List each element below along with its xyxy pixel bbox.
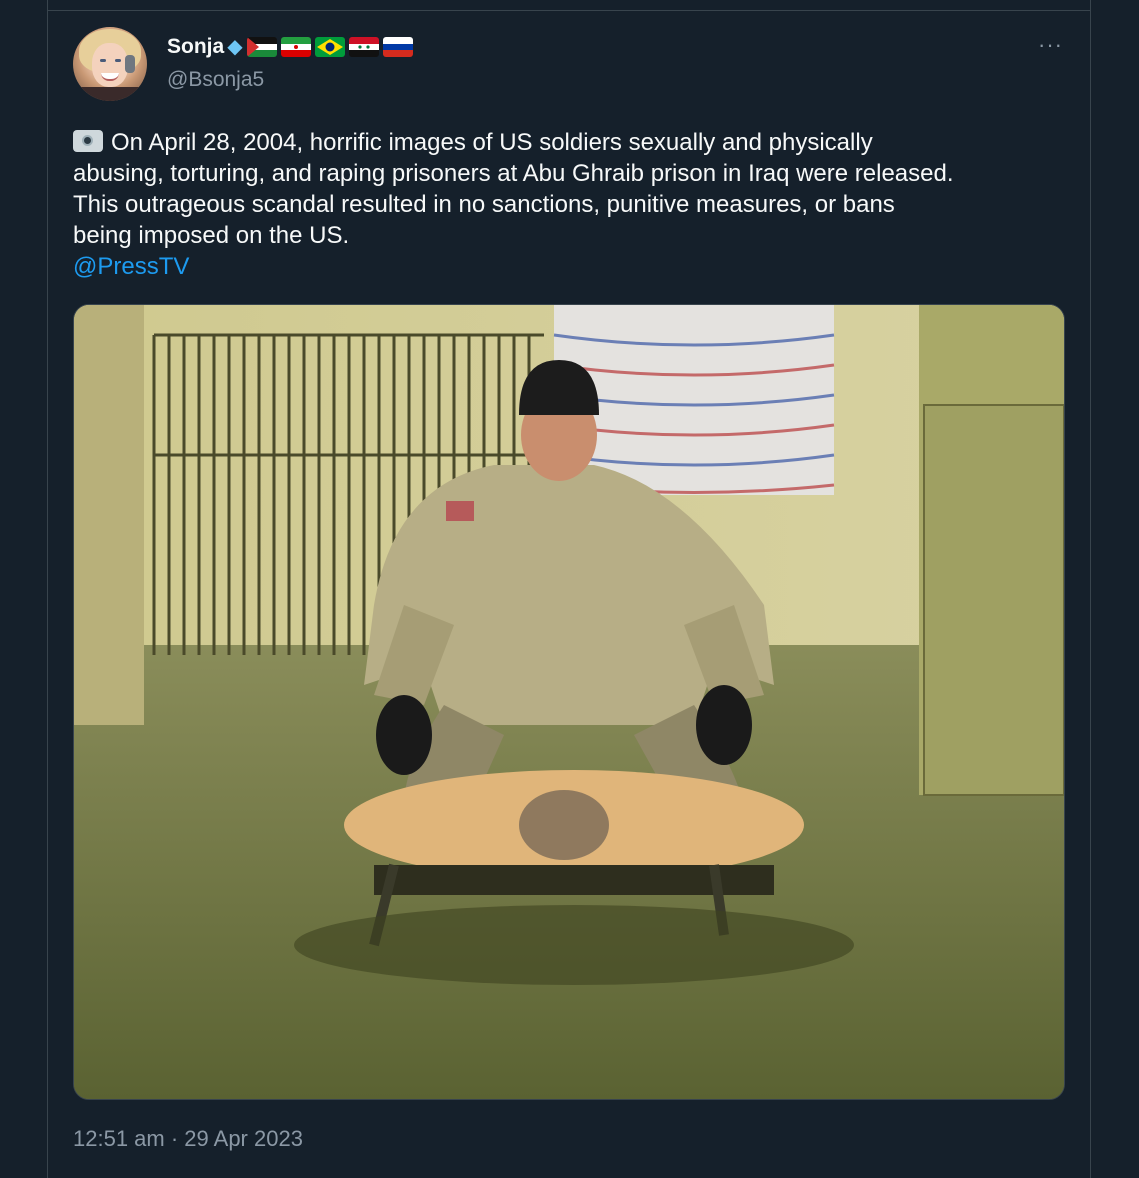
camera-icon: [73, 130, 103, 152]
brazil-flag-icon: [314, 36, 345, 57]
tweet-line-4: being imposed on the US.: [73, 222, 350, 249]
avatar-eye-left: [100, 59, 106, 62]
avatar[interactable]: [73, 27, 147, 101]
syria-flag-icon: [348, 36, 379, 57]
tweet-line-3: This outrageous scandal resulted in no s…: [73, 191, 895, 218]
russia-flag-icon: [382, 36, 413, 57]
tweet-column: Sonja ◆ @Bsonja5 ··· On April 28, 2004, …: [47, 0, 1091, 1178]
avatar-shirt: [73, 87, 147, 101]
tweet-text: On April 28, 2004, horrific images of US…: [73, 127, 1073, 282]
tweet-line-2: abusing, torturing, and raping prisoners…: [73, 160, 954, 187]
author-name[interactable]: Sonja: [167, 35, 224, 59]
avatar-headset: [125, 55, 135, 73]
tweet-timestamp[interactable]: 12:51 am · 29 Apr 2023: [73, 1126, 303, 1152]
palestine-flag-icon: [246, 36, 277, 57]
author-name-row: Sonja ◆: [167, 34, 413, 59]
photo-illustration: [74, 305, 1064, 1099]
diamond-icon: ◆: [227, 36, 243, 58]
tweet-photo[interactable]: [73, 304, 1065, 1100]
avatar-eye-right: [115, 59, 121, 62]
top-divider: [48, 0, 1090, 11]
tweet-line-1-text: On April 28, 2004, horrific images of US…: [111, 129, 873, 156]
tweet-line-1: On April 28, 2004, horrific images of US…: [73, 127, 1073, 158]
mention-link[interactable]: @PressTV: [73, 251, 1073, 282]
author-handle[interactable]: @Bsonja5: [167, 68, 264, 92]
more-options-button[interactable]: ···: [1038, 32, 1063, 58]
iran-flag-icon: [280, 36, 311, 57]
